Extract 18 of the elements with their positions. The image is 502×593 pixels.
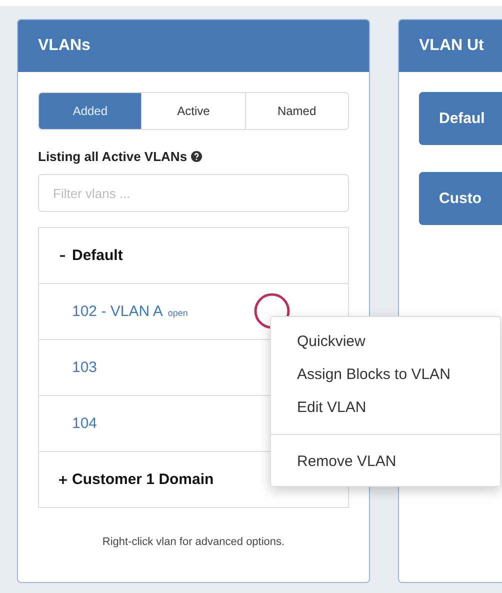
panel-title: VLANs	[18, 20, 369, 72]
vlan-link[interactable]: 102 - VLAN A	[72, 303, 163, 320]
vlan-link[interactable]: 104	[72, 415, 98, 432]
filter-field[interactable]: Filter vlans ...	[38, 174, 349, 212]
help-icon[interactable]	[191, 151, 202, 162]
utility-button[interactable]: Defaul	[419, 92, 502, 145]
panel-title: VLAN Ut	[399, 20, 502, 72]
group-label: Customer 1 Domain	[72, 471, 214, 488]
group-label: Default	[72, 247, 123, 264]
vlan-link[interactable]: 103	[72, 359, 98, 376]
utility-button[interactable]: Custo	[419, 172, 502, 225]
plus-icon[interactable]	[59, 476, 67, 484]
hint-text: Right-click vlan for advanced options.	[101, 536, 286, 548]
status-tag: open	[168, 308, 188, 318]
tab[interactable]: Named	[244, 93, 348, 129]
tab[interactable]: Added	[39, 93, 142, 129]
listing-label: Listing all Active VLANs	[38, 149, 188, 164]
group-row[interactable]: Default	[39, 228, 348, 283]
